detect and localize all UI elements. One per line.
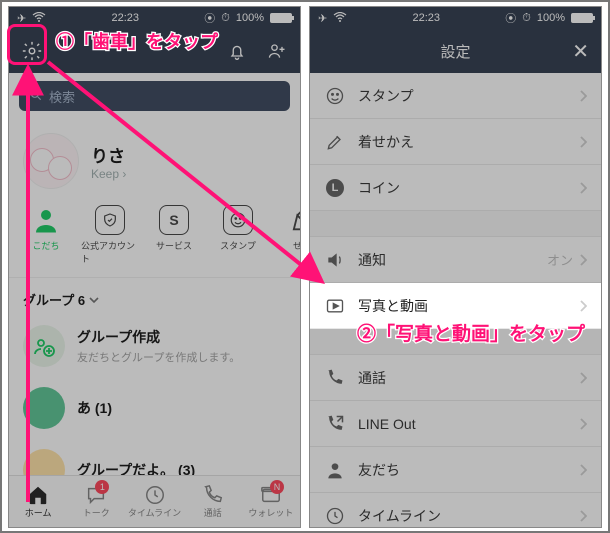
phone-right: ✈︎ 22:23 ⦿ ⏱ 100% 設定 ✕ スタンプ着せかえ L コイン通知 オン写… [309,6,602,528]
status-time: 22:23 [111,12,139,24]
settings-row-brush[interactable]: 着せかえ [310,119,601,165]
brush-icon [324,131,346,153]
tab-wallet[interactable]: ウォレット N [242,476,300,527]
phone-left: ✈︎ 22:23 ⦿ ⏱ 100% [8,6,301,528]
location-icon: ⦿ [204,10,215,26]
settings-row-label: 通知 [358,250,386,270]
settings-row-label: 写真と動画 [358,296,428,316]
settings-row-phone[interactable]: 通話 [310,355,601,401]
settings-title: 設定 [440,41,470,62]
bottom-tab-bar: ホーム トーク 1 タイムライン 通話 ウォレット N [9,475,300,527]
tab-timeline[interactable]: タイムライン [125,476,183,527]
settings-row-label: タイムライン [358,506,441,526]
timeline-icon [324,505,346,527]
battery-icon [571,13,593,23]
friend-icon [324,459,346,481]
settings-list: スタンプ着せかえ L コイン通知 オン写真と動画通話 LINE Out 友だちタイムライン… [310,73,601,528]
settings-row-label: コイン [358,178,400,198]
groups-header[interactable]: グループ 6 [9,278,300,315]
lineout-icon [324,413,346,435]
chevron-down-icon [89,295,99,305]
wifi-icon [333,12,347,25]
search-input[interactable]: 検索 [19,81,290,111]
group-create-row[interactable]: グループ作成 友だちとグループを作成します。 [9,315,300,377]
status-bar: ✈︎ 22:23 ⦿ ⏱ 100% [310,7,601,29]
group-create-icon [23,325,65,367]
settings-row-label: LINE Out [358,416,416,432]
settings-row-label: スタンプ [358,86,414,106]
sticker-icon [324,85,346,107]
phone-icon [324,367,346,389]
profile-row[interactable]: りさ Keep › [9,119,300,199]
settings-row-timeline[interactable]: タイムライン [310,493,601,528]
tab-home[interactable]: ホーム [9,476,67,527]
alarm-icon: ⏱ [522,12,531,25]
status-time: 22:23 [412,12,440,24]
profile-name: りさ [91,142,126,167]
avatar [23,133,79,189]
settings-row-label: 友だち [358,460,400,480]
battery-pct: 100% [537,12,565,24]
annotation-1: ①「歯車」をタップ [56,28,218,54]
alarm-icon: ⏱ [221,12,230,25]
close-icon[interactable]: ✕ [572,39,589,64]
annotation-2: ②「写真と動画」をタップ [357,319,585,346]
shortcut-tabs: こだち 公式アカウント S サービス スタンプ せか [9,199,300,278]
location-icon: ⦿ [505,10,516,26]
settings-separator [310,211,601,237]
tab-services[interactable]: S サービス [145,205,203,265]
add-friend-icon[interactable] [264,38,290,64]
wifi-icon [32,12,46,25]
tab-call[interactable]: 通話 [184,476,242,527]
bell-icon[interactable] [224,38,250,64]
settings-row-friend[interactable]: 友だち [310,447,601,493]
tutorial-stage: ✈︎ 22:23 ⦿ ⏱ 100% [0,0,610,533]
badge-count: 1 [95,480,109,494]
settings-row-volume[interactable]: 通知 オン [310,237,601,283]
group-row-1[interactable]: あ (1) [9,377,300,439]
settings-row-label: 着せかえ [358,132,414,152]
settings-row-coin[interactable]: L コイン [310,165,601,211]
settings-row-lineout[interactable]: LINE Out [310,401,601,447]
badge-new: N [270,480,284,494]
tab-themes[interactable]: せか [273,205,300,265]
settings-row-sticker[interactable]: スタンプ [310,73,601,119]
annotation-gear-highlight [7,24,47,65]
settings-row-label: 通話 [358,368,386,388]
search-placeholder: 検索 [49,87,75,106]
tab-talk[interactable]: トーク 1 [67,476,125,527]
navbar-settings: 設定 ✕ [310,29,601,73]
volume-icon [324,249,346,271]
media-icon [324,295,346,317]
settings-row-trail: オン [547,250,573,269]
profile-keep[interactable]: Keep › [91,167,126,181]
tab-stickers[interactable]: スタンプ [209,205,267,265]
tab-friends[interactable]: こだち [17,205,75,265]
battery-icon [270,13,292,23]
search-icon [29,88,43,105]
airplane-icon: ✈︎ [17,12,26,25]
tab-official[interactable]: 公式アカウント [81,205,139,265]
group-avatar-icon [23,387,65,429]
status-bar: ✈︎ 22:23 ⦿ ⏱ 100% [9,7,300,29]
coin-icon: L [324,177,346,199]
battery-pct: 100% [236,12,264,24]
airplane-icon: ✈︎ [318,12,327,25]
